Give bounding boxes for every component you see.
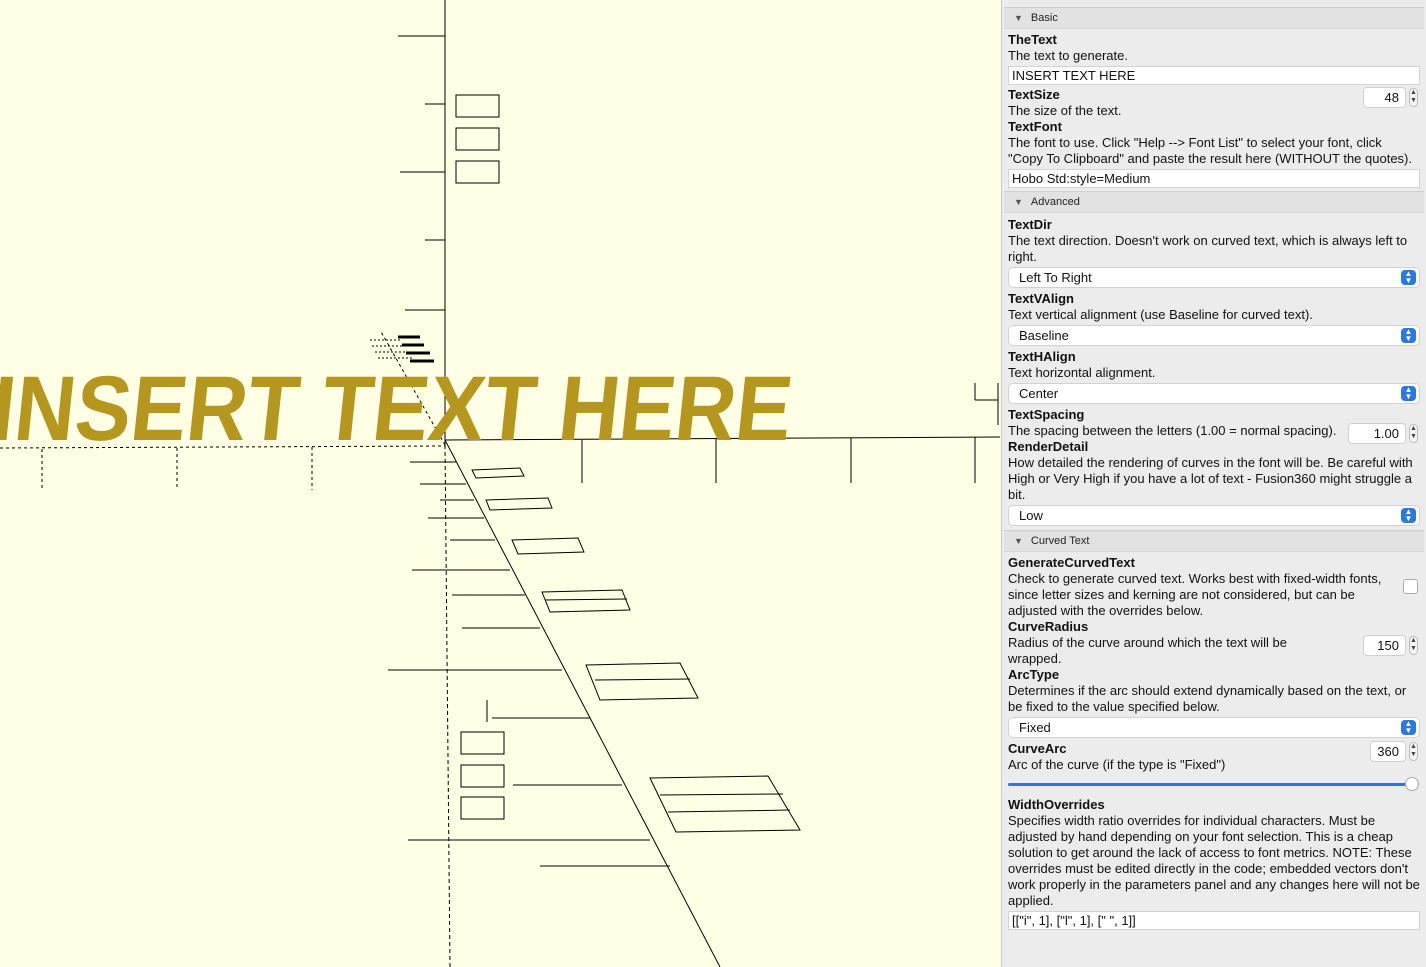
param-renderdetail: RenderDetail How detailed the rendering …	[1002, 439, 1426, 526]
disclosure-triangle-icon: ▼	[1014, 197, 1023, 207]
param-desc: The text direction. Doesn't work on curv…	[1008, 233, 1408, 264]
textvalign-selected: Baseline	[1019, 328, 1069, 343]
param-name: TheText	[1008, 32, 1057, 47]
param-textspacing: TextSpacing The spacing between the lett…	[1002, 407, 1426, 444]
arctype-selected: Fixed	[1019, 720, 1051, 735]
axes-and-geometry: INSERT TEXT HERE	[0, 0, 1000, 967]
param-desc: How detailed the rendering of curves in …	[1008, 455, 1413, 502]
textsize-spinbox[interactable]: 48 ▲ ▼	[1363, 87, 1418, 108]
y-axis	[444, 439, 721, 967]
select-arrows-icon: ▲ ▼	[1401, 328, 1416, 343]
param-thetext: TheText The text to generate. INSERT TEX…	[1002, 32, 1426, 85]
renderdetail-selected: Low	[1019, 508, 1043, 523]
param-textfont: TextFont The font to use. Click "Help --…	[1002, 119, 1426, 188]
param-name: CurveRadius	[1008, 619, 1089, 634]
slider-track	[1008, 783, 1412, 786]
curvearc-slider[interactable]	[1008, 777, 1420, 793]
spin-arrows-icon[interactable]: ▲ ▼	[1409, 636, 1418, 655]
curvearc-spinbox[interactable]: 360 ▲ ▼	[1370, 741, 1418, 762]
param-name: TextSpacing	[1008, 407, 1085, 422]
param-desc: Specifies width ratio overrides for indi…	[1008, 813, 1420, 908]
param-name: ArcType	[1008, 667, 1060, 682]
param-name: TextSize	[1008, 87, 1060, 102]
param-name: TextDir	[1008, 217, 1052, 232]
textsize-value[interactable]: 48	[1363, 87, 1406, 108]
disclosure-triangle-icon: ▼	[1014, 13, 1023, 23]
textdir-selected: Left To Right	[1019, 270, 1092, 285]
param-name: TextVAlign	[1008, 291, 1074, 306]
param-name: TextHAlign	[1008, 349, 1076, 364]
param-texthalign: TextHAlign Text horizontal alignment. Ce…	[1002, 349, 1426, 404]
section-basic-header[interactable]: ▼ Basic	[1004, 7, 1424, 29]
textvalign-select[interactable]: Baseline ▲ ▼	[1008, 325, 1420, 346]
select-arrows-icon: ▲ ▼	[1401, 508, 1416, 523]
param-name: TextFont	[1008, 119, 1062, 134]
spin-arrows-icon[interactable]: ▲ ▼	[1409, 742, 1418, 761]
curveradius-spinbox[interactable]: 150 ▲ ▼	[1363, 635, 1418, 656]
thetext-input[interactable]: INSERT TEXT HERE	[1008, 66, 1420, 85]
param-name: CurveArc	[1008, 741, 1067, 756]
textdir-select[interactable]: Left To Right ▲ ▼	[1008, 267, 1420, 288]
param-desc: Text vertical alignment (use Baseline fo…	[1008, 307, 1313, 322]
3d-viewport[interactable]: INSERT TEXT HERE	[0, 0, 1000, 967]
rendered-3d-text: INSERT TEXT HERE	[0, 356, 798, 460]
renderdetail-select[interactable]: Low ▲ ▼	[1008, 505, 1420, 526]
param-desc: Arc of the curve (if the type is "Fixed"…	[1008, 757, 1226, 772]
curveradius-value[interactable]: 150	[1363, 635, 1406, 656]
curvearc-value[interactable]: 360	[1370, 741, 1406, 762]
param-textdir: TextDir The text direction. Doesn't work…	[1002, 217, 1426, 288]
param-desc: Determines if the arc should extend dyna…	[1008, 683, 1407, 714]
widthoverrides-input[interactable]: [["i", 1], ["l", 1], [" ", 1]]	[1008, 911, 1420, 930]
z-label-box	[455, 94, 500, 118]
z-axis-negative	[444, 444, 451, 967]
generatecurved-checkbox[interactable]	[1403, 579, 1418, 594]
select-arrows-icon: ▲ ▼	[1401, 720, 1416, 735]
texthalign-select[interactable]: Center ▲ ▼	[1008, 383, 1420, 404]
z-label-box	[455, 127, 500, 151]
y-label-boxes	[460, 731, 505, 820]
spin-arrows-icon[interactable]: ▲ ▼	[1409, 88, 1418, 107]
param-desc: The size of the text.	[1008, 103, 1122, 118]
param-desc: Radius of the curve around which the tex…	[1008, 635, 1287, 666]
y-labels	[471, 467, 801, 833]
section-basic-label: Basic	[1030, 12, 1058, 24]
param-curveradius: CurveRadius Radius of the curve around w…	[1002, 619, 1426, 667]
disclosure-triangle-icon: ▼	[1014, 536, 1023, 546]
section-advanced-label: Advanced	[1030, 196, 1080, 208]
param-name: WidthOverrides	[1008, 797, 1105, 812]
select-arrows-icon: ▲ ▼	[1401, 386, 1416, 401]
param-desc: The font to use. Click "Help --> Font Li…	[1008, 135, 1412, 166]
param-textsize: TextSize The size of the text. 48 ▲ ▼	[1002, 87, 1426, 119]
z-label-box	[455, 160, 500, 184]
slider-thumb[interactable]	[1405, 777, 1419, 791]
param-desc: Check to generate curved text. Works bes…	[1008, 571, 1382, 618]
param-desc: The text to generate.	[1008, 48, 1128, 63]
section-curved-header[interactable]: ▼ Curved Text	[1004, 530, 1424, 552]
customizer-panel: ▼ Basic TheText The text to generate. IN…	[1001, 0, 1426, 967]
param-textvalign: TextVAlign Text vertical alignment (use …	[1002, 291, 1426, 346]
textfont-input[interactable]: Hobo Std:style=Medium	[1008, 169, 1420, 188]
section-curved-label: Curved Text	[1030, 535, 1090, 547]
param-desc: Text horizontal alignment.	[1008, 365, 1156, 380]
section-advanced-header[interactable]: ▼ Advanced	[1004, 191, 1424, 213]
texthalign-selected: Center	[1019, 386, 1059, 401]
select-arrows-icon: ▲ ▼	[1401, 270, 1416, 285]
param-curvearc: CurveArc Arc of the curve (if the type i…	[1002, 741, 1426, 793]
param-arctype: ArcType Determines if the arc should ext…	[1002, 667, 1426, 738]
param-name: GenerateCurvedText	[1008, 555, 1135, 570]
param-name: RenderDetail	[1008, 439, 1089, 454]
param-generatecurved: GenerateCurvedText Check to generate cur…	[1002, 555, 1426, 619]
arctype-select[interactable]: Fixed ▲ ▼	[1008, 717, 1420, 738]
param-widthoverrides: WidthOverrides Specifies width ratio ove…	[1002, 797, 1426, 930]
